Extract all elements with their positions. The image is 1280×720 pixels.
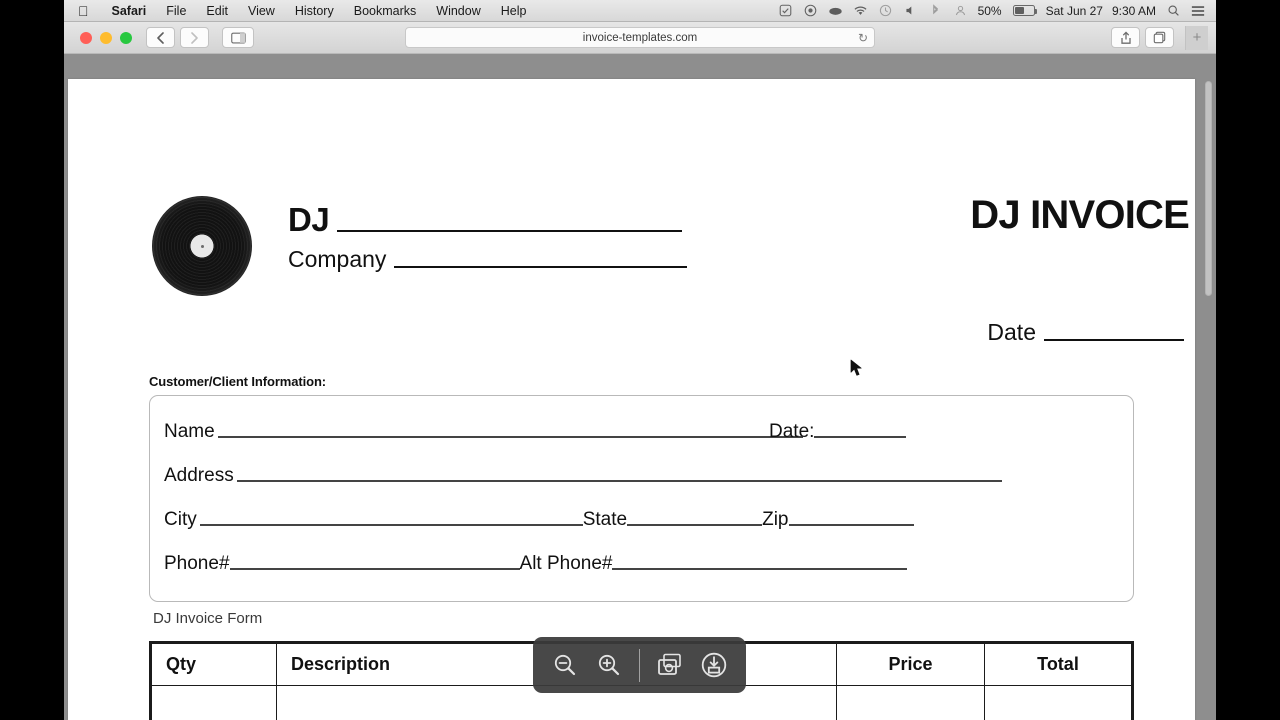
minimize-window-button[interactable] (100, 31, 112, 44)
zoom-window-button[interactable] (120, 31, 132, 44)
vinyl-record-icon (152, 196, 252, 296)
sidebar-toggle-button[interactable] (222, 27, 254, 48)
menubar-time: 9:30 AM (1111, 3, 1156, 18)
search-icon[interactable] (1165, 3, 1181, 19)
close-window-button[interactable] (80, 31, 92, 44)
scrollbar-thumb[interactable] (1205, 81, 1212, 296)
invoice-header: DJ Company DJ INVOICE Date (152, 193, 1192, 353)
user-icon[interactable] (953, 3, 969, 19)
menubar-date: Sat Jun 27 (1045, 3, 1103, 18)
customer-section-title: Customer/Client Information: (149, 374, 327, 389)
forward-button[interactable] (180, 27, 209, 48)
alt-phone-label: Alt Phone# (519, 553, 613, 574)
macos-desktop:  Safari File Edit View History Bookmark… (64, 0, 1216, 720)
window-controls (72, 31, 146, 44)
control-center-list-icon[interactable] (1190, 3, 1206, 19)
dj-label: DJ (288, 201, 330, 238)
share-button[interactable] (1111, 27, 1140, 48)
safari-window: invoice-templates.com ↻ + DJ Company DJ … (64, 22, 1216, 720)
company-blank-line[interactable] (394, 265, 688, 268)
column-header-total: Total (984, 643, 1132, 686)
dj-name-field[interactable]: DJ (288, 201, 683, 238)
address-bar[interactable]: invoice-templates.com ↻ (405, 27, 875, 48)
city-state-zip-row[interactable]: City State Zip (164, 510, 914, 529)
document-caption: DJ Invoice Form (153, 610, 263, 627)
url-text: invoice-templates.com (582, 31, 698, 44)
wifi-icon[interactable] (853, 3, 869, 19)
content-viewport: DJ Company DJ INVOICE Date Customer/Clie… (64, 54, 1216, 720)
zip-label: Zip (762, 509, 789, 530)
menu-bar-status-area: 50% Sat Jun 27 9:30 AM (778, 0, 1216, 22)
address-field[interactable]: Address (164, 466, 1002, 485)
toolbar-right-group: + (1111, 25, 1208, 50)
menu-item-window[interactable]: Window (426, 0, 490, 22)
screen:  Safari File Edit View History Bookmark… (0, 0, 1280, 720)
company-field[interactable]: Company (288, 246, 688, 272)
zoom-out-icon[interactable] (546, 646, 584, 684)
name-field[interactable]: Name (164, 422, 803, 441)
dropbox-icon[interactable] (803, 3, 819, 19)
back-button[interactable] (146, 27, 175, 48)
menu-item-help[interactable]: Help (491, 0, 537, 22)
zip-blank-line[interactable] (788, 523, 914, 526)
menu-item-history[interactable]: History (285, 0, 344, 22)
battery-icon[interactable] (1011, 3, 1037, 19)
company-label: Company (288, 246, 387, 272)
volume-icon[interactable] (903, 3, 919, 19)
page-title: DJ INVOICE (970, 193, 1190, 237)
name-blank-line[interactable] (217, 435, 803, 438)
battery-percent-label: 50% (977, 3, 1002, 18)
time-machine-icon[interactable] (878, 3, 894, 19)
customer-date-field[interactable]: Date: (769, 421, 907, 442)
phone-row[interactable]: Phone# Alt Phone# (164, 553, 908, 574)
menu-item-safari[interactable]: Safari (102, 0, 157, 22)
customer-date-label: Date: (769, 421, 815, 442)
alt-phone-blank-line[interactable] (612, 567, 908, 570)
menu-item-bookmarks[interactable]: Bookmarks (344, 0, 427, 22)
column-header-qty: Qty (151, 643, 277, 686)
reload-icon[interactable]: ↻ (858, 32, 868, 44)
address-label: Address (164, 465, 234, 486)
cell-total[interactable] (984, 685, 1132, 720)
menu-item-file[interactable]: File (156, 0, 196, 22)
new-tab-button[interactable]: + (1185, 25, 1208, 50)
dj-invoice-document: DJ Company DJ INVOICE Date Customer/Clie… (68, 79, 1195, 720)
cell-qty[interactable] (151, 685, 277, 720)
customer-date-blank-line[interactable] (814, 435, 907, 438)
menu-item-edit[interactable]: Edit (196, 0, 238, 22)
pdf-viewer-toolbar (533, 637, 746, 693)
column-header-price: Price (836, 643, 985, 686)
city-blank-line[interactable] (199, 523, 583, 526)
invoice-date-field[interactable]: Date (987, 321, 1184, 344)
checkmark-box-icon[interactable] (778, 3, 794, 19)
bluetooth-icon[interactable] (928, 3, 944, 19)
name-label: Name (164, 421, 215, 442)
browser-toolbar: invoice-templates.com ↻ + (64, 22, 1216, 54)
open-in-preview-icon[interactable] (651, 646, 689, 684)
state-blank-line[interactable] (627, 523, 763, 526)
zoom-in-icon[interactable] (590, 646, 628, 684)
dj-blank-line[interactable] (337, 229, 683, 232)
toolbar-divider (639, 648, 640, 682)
invoice-date-blank-line[interactable] (1044, 338, 1184, 341)
phone-label: Phone# (164, 553, 230, 574)
phone-blank-line[interactable] (229, 567, 520, 570)
menu-item-view[interactable]: View (238, 0, 285, 22)
download-icon[interactable] (695, 646, 733, 684)
customer-information-box: Name Date: Address City State Zip Phone#… (149, 395, 1134, 602)
address-blank-line[interactable] (236, 479, 1002, 482)
state-label: State (582, 509, 628, 530)
cell-price[interactable] (836, 685, 985, 720)
invoice-date-label: Date (987, 319, 1036, 345)
city-label: City (164, 509, 197, 530)
show-tabs-button[interactable] (1145, 27, 1174, 48)
vertical-scrollbar[interactable] (1204, 79, 1213, 720)
cloud-icon[interactable] (828, 3, 844, 19)
menu-bar:  Safari File Edit View History Bookmark… (64, 0, 1216, 22)
pdf-page: DJ Company DJ INVOICE Date Customer/Clie… (68, 79, 1195, 720)
apple-logo-icon[interactable]:  (64, 4, 102, 18)
